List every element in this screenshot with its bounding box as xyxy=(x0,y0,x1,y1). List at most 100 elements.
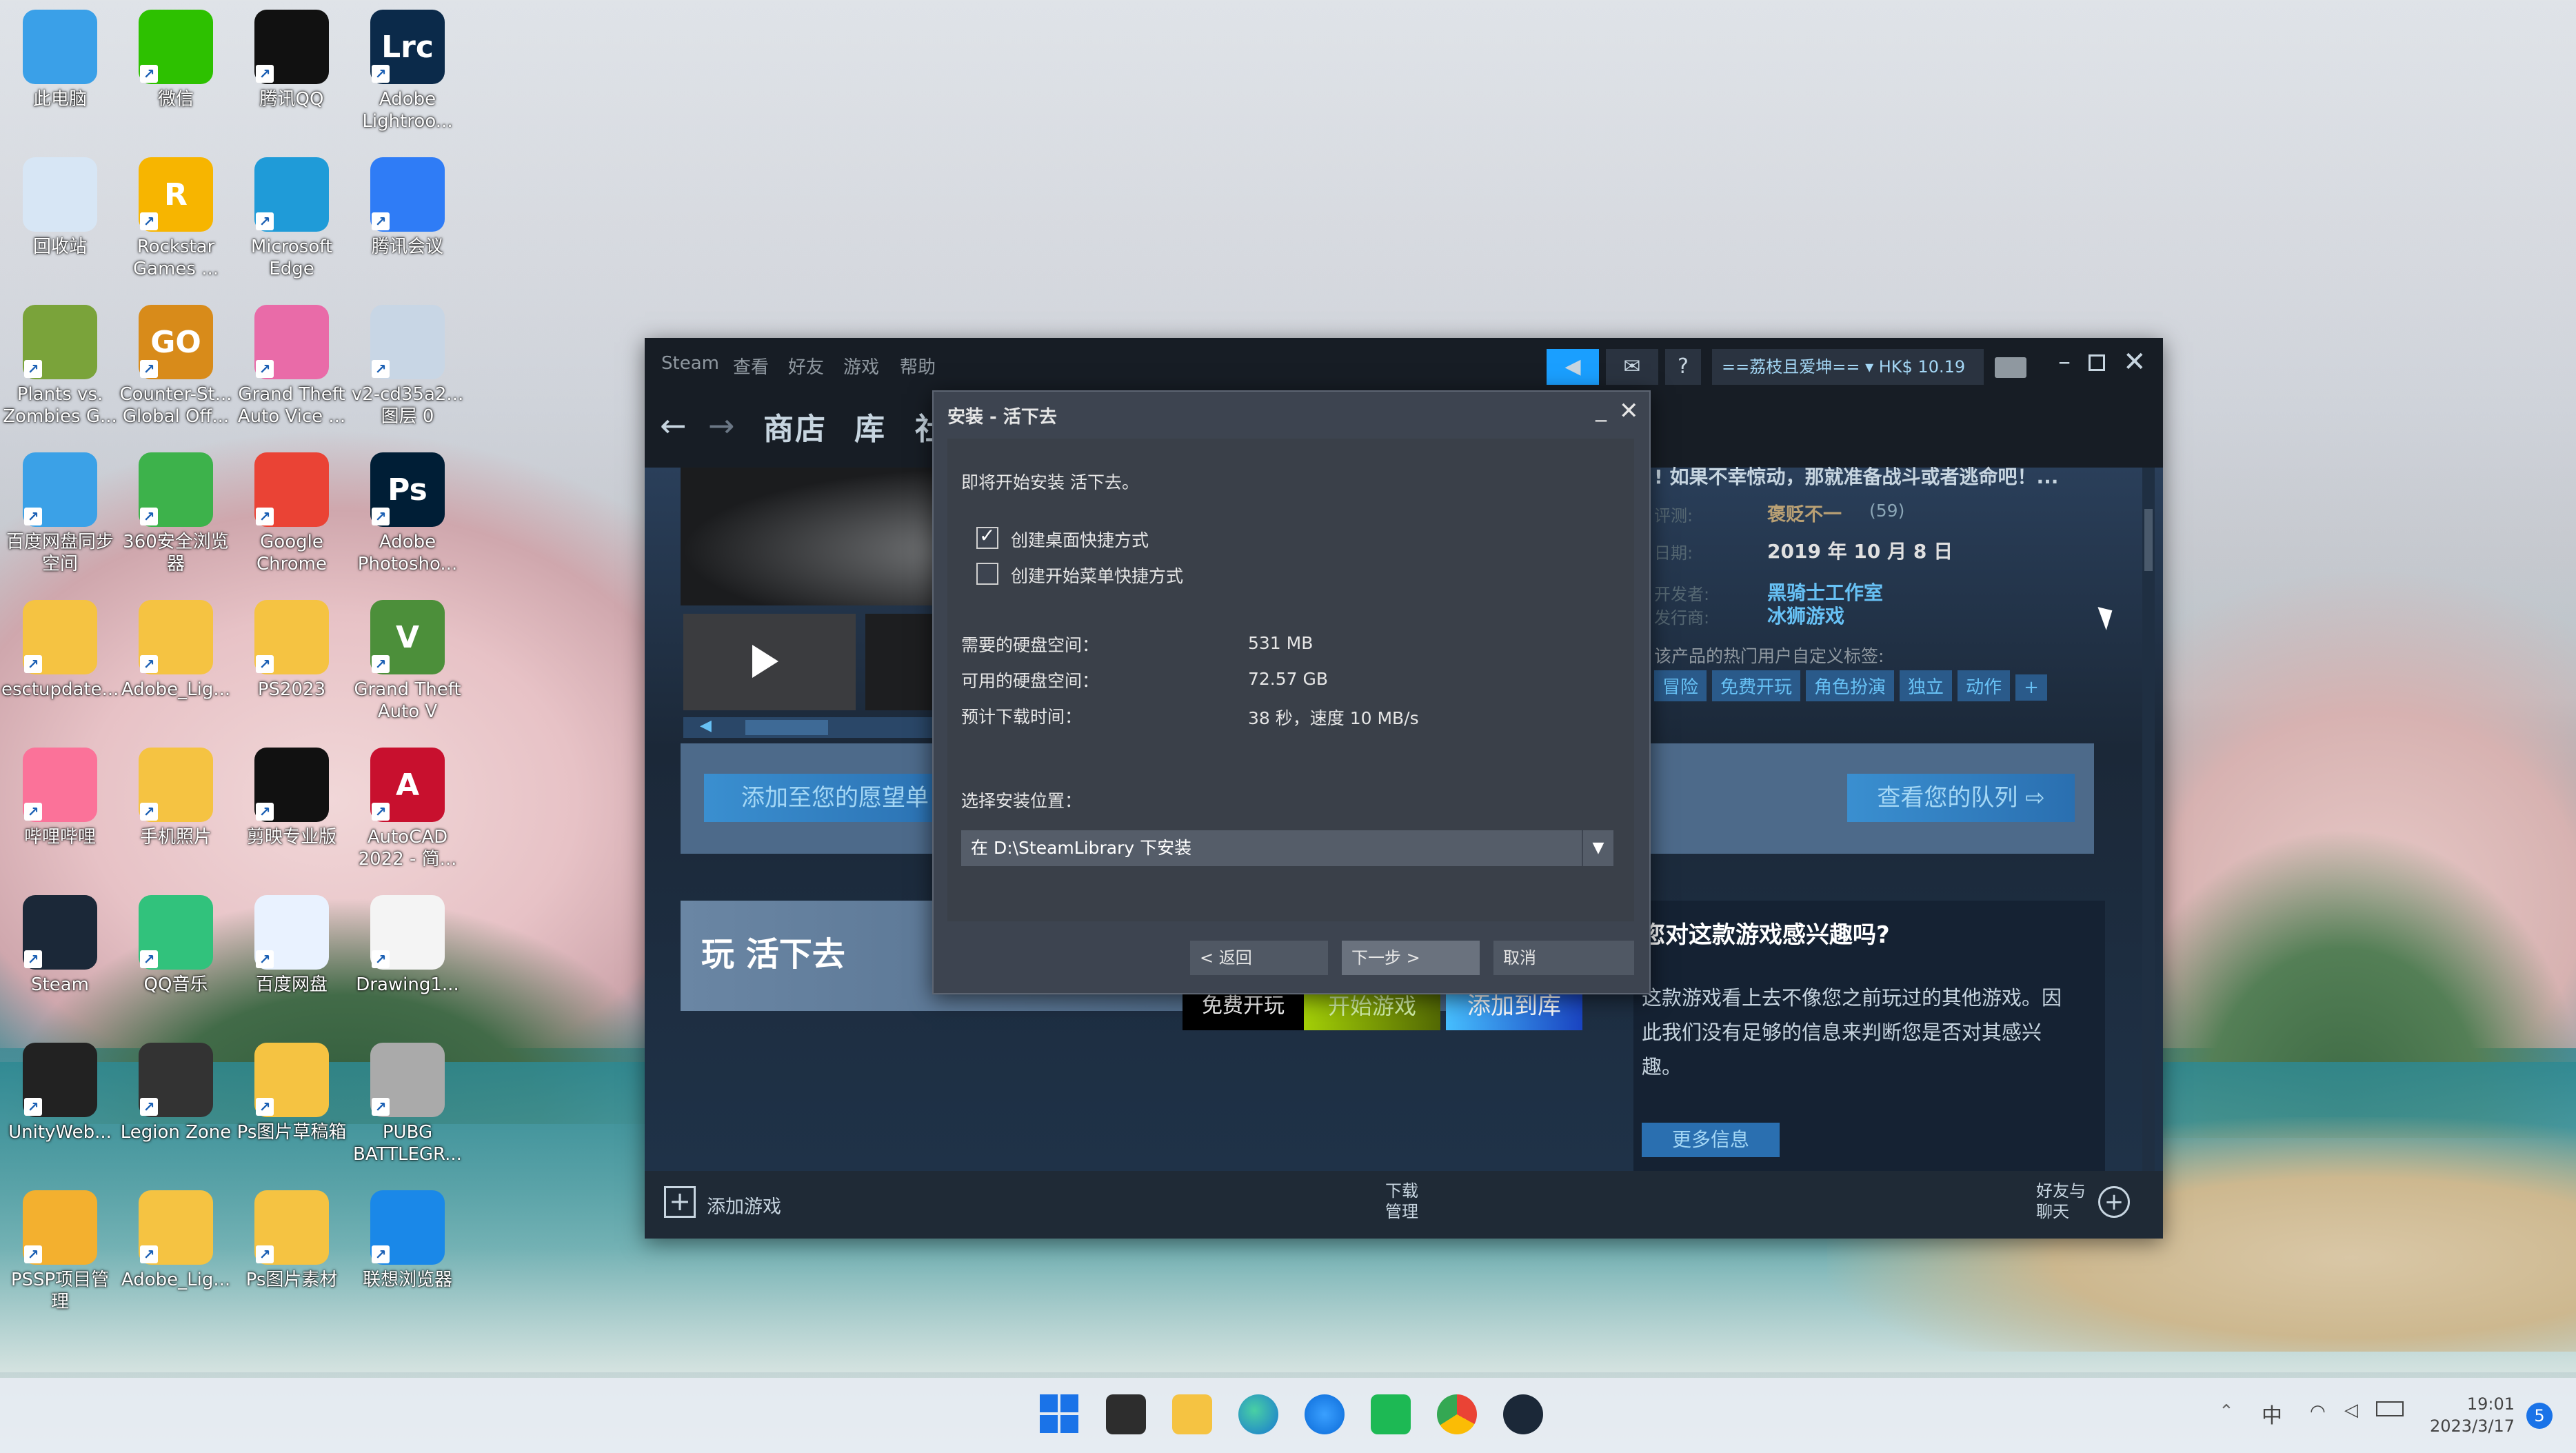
desktop-icon-folder[interactable]: ↗ PS2023 xyxy=(233,600,350,701)
desktop-icon-wechat[interactable]: ↗ 微信 xyxy=(117,10,234,110)
chrome-taskbar-icon[interactable] xyxy=(1437,1394,1477,1434)
desktop-icon-unity[interactable]: ↗ UnityWeb... xyxy=(1,1043,119,1143)
install-location-select[interactable]: 在 D:\SteamLibrary 下安装 ▼ xyxy=(961,830,1613,866)
scroll-thumb[interactable] xyxy=(745,720,828,735)
add-game-icon[interactable]: + xyxy=(664,1186,696,1218)
desktop-icon-360-browser[interactable]: ↗ 360安全浏览 器 xyxy=(117,452,234,575)
desktop-icon-lenovo-browser[interactable]: ↗ 联想浏览器 xyxy=(349,1190,466,1291)
desktop-icon-bilibili[interactable]: ↗ 哔哩哔哩 xyxy=(1,748,119,848)
desktop-icon-folder[interactable]: ↗ Adobe_Lig... xyxy=(117,600,234,701)
desktop-icon-qq-music[interactable]: ↗ QQ音乐 xyxy=(117,895,234,996)
menu-steam[interactable]: Steam xyxy=(661,353,719,374)
video-thumbnail[interactable] xyxy=(683,614,856,710)
menu-view[interactable]: 查看 xyxy=(733,353,769,379)
menu-friends[interactable]: 好友 xyxy=(788,353,824,379)
desktop-icon-tencent-meeting[interactable]: ↗ 腾讯会议 xyxy=(349,157,466,258)
start-button[interactable] xyxy=(1040,1394,1080,1434)
game-tag[interactable]: 动作 xyxy=(1958,670,2011,701)
notifications-button[interactable]: ✉ xyxy=(1606,349,1658,385)
game-tag[interactable]: 角色扮演 xyxy=(1806,670,1895,701)
desktop-icon-gta-vc[interactable]: ↗ Grand Theft Auto Vice ... xyxy=(233,305,350,428)
edge-taskbar-icon[interactable] xyxy=(1238,1394,1278,1434)
view-queue-button[interactable]: 查看您的队列 ⇨ xyxy=(1847,774,2075,822)
desktop-icon-gta-v[interactable]: V ↗ Grand Theft Auto V xyxy=(349,600,466,723)
chevron-up-icon[interactable]: ⌃ xyxy=(2219,1401,2234,1422)
add-to-wishlist-button[interactable]: 添加至您的愿望单 xyxy=(704,774,966,822)
desktop-icon-recycle-bin[interactable]: 回收站 xyxy=(1,157,119,258)
steam-taskbar-icon[interactable] xyxy=(1503,1394,1543,1434)
dialog-close-icon[interactable]: ✕ xyxy=(1619,397,1639,425)
legion-zone-taskbar-icon[interactable] xyxy=(1106,1394,1146,1434)
desktop-icon-baidu-sync[interactable]: ↗ 百度网盘同步 空间 xyxy=(1,452,119,575)
friends-chat-icon[interactable]: + xyxy=(2098,1186,2130,1218)
more-info-button[interactable]: 更多信息 xyxy=(1642,1123,1780,1157)
page-scrollbar[interactable] xyxy=(2142,468,2155,1171)
clock[interactable]: 19:01 2023/3/17 xyxy=(2430,1393,2515,1437)
game-tag[interactable]: 冒险 xyxy=(1654,670,1707,701)
forward-arrow-icon[interactable]: → xyxy=(708,407,735,444)
review-summary[interactable]: 褒贬不一 xyxy=(1767,499,1842,526)
desktop-icon-pssp[interactable]: ↗ PSSP项目管 理 xyxy=(1,1190,119,1313)
minimize-icon[interactable]: – xyxy=(2058,348,2071,376)
game-tag[interactable]: + xyxy=(2015,674,2047,701)
friends-chat-label[interactable]: 好友与 聊天 xyxy=(2036,1181,2086,1222)
desktop-icon-pvz[interactable]: ↗ Plants vs. Zombies G... xyxy=(1,305,119,428)
back-button[interactable]: < 返回 xyxy=(1190,941,1328,975)
desktop-icon-capcut[interactable]: ↗ 剪映专业版 xyxy=(233,748,350,848)
wifi-icon[interactable]: ◠ xyxy=(2310,1401,2326,1422)
desktop-icon-autocad[interactable]: A ↗ AutoCAD 2022 - 简... xyxy=(349,748,466,870)
start-menu-shortcut-label[interactable]: 创建开始菜单快捷方式 xyxy=(1011,563,1183,588)
publisher-link[interactable]: 冰狮游戏 xyxy=(1767,601,1844,629)
desktop-icon-this-pc[interactable]: 此电脑 xyxy=(1,10,119,110)
menu-games[interactable]: 游戏 xyxy=(843,353,879,379)
notification-badge[interactable]: 5 xyxy=(2526,1403,2553,1429)
desktop-icon-edge[interactable]: ↗ Microsoft Edge xyxy=(233,157,350,280)
desktop-icon-rockstar[interactable]: R ↗ Rockstar Games ... xyxy=(117,157,234,280)
nav-store[interactable]: 商店 xyxy=(763,404,827,448)
announcement-button[interactable]: ◀ xyxy=(1547,349,1599,385)
messaging-taskbar-icon[interactable] xyxy=(1371,1394,1411,1434)
ime-indicator[interactable]: 中 xyxy=(2262,1399,2282,1429)
desktop-icon-qq[interactable]: ↗ 腾讯QQ xyxy=(233,10,350,110)
desktop-icon-folder[interactable]: ↗ esctupdate... xyxy=(1,600,119,701)
account-menu[interactable]: ==荔枝且爱坤== ▾ HK$ 10.19 xyxy=(1712,349,1984,385)
chevron-down-icon[interactable]: ▼ xyxy=(1582,830,1613,866)
volume-icon[interactable]: ◁ xyxy=(2344,1400,2358,1421)
desktop-icon-legion[interactable]: ↗ Legion Zone xyxy=(117,1043,234,1143)
desktop-icon-pubg[interactable]: ↗ PUBG BATTLEGR... xyxy=(349,1043,466,1165)
desktop-icon-folder[interactable]: ↗ Ps图片草稿箱 xyxy=(233,1043,350,1143)
desktop-icon-file[interactable]: ↗ Drawing1... xyxy=(349,895,466,996)
back-arrow-icon[interactable]: ← xyxy=(660,407,687,444)
battery-icon[interactable] xyxy=(2376,1401,2404,1416)
dialog-minimize-icon[interactable]: _ xyxy=(1596,396,1607,422)
downloads-manager[interactable]: 下载 管理 xyxy=(1385,1181,1418,1222)
desktop-icon-baidu-netdisk[interactable]: ↗ 百度网盘 xyxy=(233,895,350,996)
help-button[interactable]: ? xyxy=(1665,349,1701,385)
screenshot-icon[interactable] xyxy=(1995,357,2026,378)
menu-help[interactable]: 帮助 xyxy=(900,353,936,379)
file-explorer-taskbar-icon[interactable] xyxy=(1172,1394,1212,1434)
desktop-shortcut-checkbox[interactable]: ✓ xyxy=(976,524,998,549)
game-tag[interactable]: 独立 xyxy=(1900,670,1953,701)
desktop-icon-chrome[interactable]: ↗ Google Chrome xyxy=(233,452,350,575)
desktop-icon-photoshop[interactable]: Ps ↗ Adobe Photosho... xyxy=(349,452,466,575)
desktop-icon-folder[interactable]: ↗ Adobe_Lig... xyxy=(117,1190,234,1291)
desktop-icon-lightroom[interactable]: Lrc ↗ Adobe Lightroo... xyxy=(349,10,466,132)
close-icon[interactable]: ✕ xyxy=(2123,346,2146,378)
desktop-shortcut-label[interactable]: 创建桌面快捷方式 xyxy=(1011,527,1149,552)
add-game-label[interactable]: 添加游戏 xyxy=(707,1192,781,1219)
page-scrollbar-thumb[interactable] xyxy=(2144,509,2153,571)
desktop-icon-csgo[interactable]: GO ↗ Counter-St... Global Off... xyxy=(117,305,234,428)
start-menu-shortcut-checkbox[interactable] xyxy=(976,563,998,585)
lenovo-browser-taskbar-icon[interactable] xyxy=(1305,1394,1345,1434)
scroll-left-icon[interactable]: ◀ xyxy=(700,717,712,734)
desktop-icon-image-file[interactable]: ↗ v2-cd35a2... 图层 0 xyxy=(349,305,466,428)
next-button[interactable]: 下一步 > xyxy=(1342,941,1480,975)
nav-library[interactable]: 库 xyxy=(854,404,886,448)
desktop-icon-folder[interactable]: ↗ Ps图片素材 xyxy=(233,1190,350,1291)
cancel-button[interactable]: 取消 xyxy=(1493,941,1634,975)
game-tag[interactable]: 免费开玩 xyxy=(1712,670,1801,701)
desktop-icon-steam[interactable]: ↗ Steam xyxy=(1,895,119,996)
maximize-icon[interactable] xyxy=(2089,354,2105,371)
desktop-icon-folder[interactable]: ↗ 手机照片 xyxy=(117,748,234,848)
